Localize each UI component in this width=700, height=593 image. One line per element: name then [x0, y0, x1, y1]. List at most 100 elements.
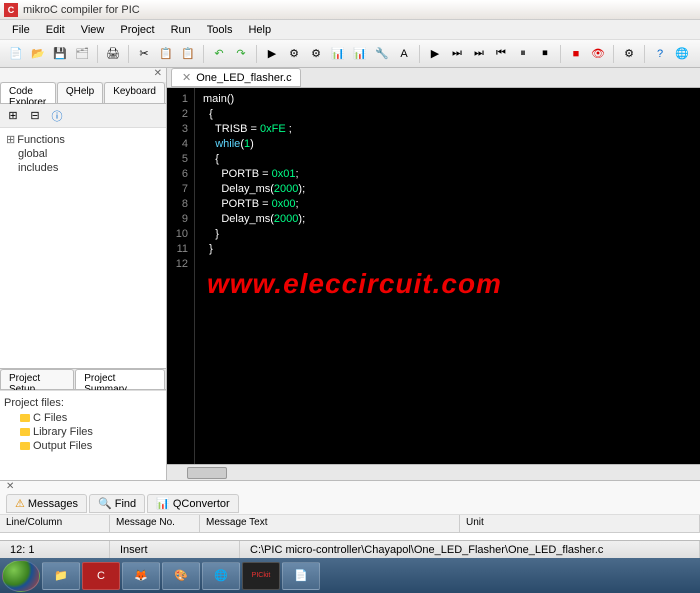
project-c-files[interactable]: C Files	[4, 411, 162, 425]
tab-messages[interactable]: ⚠Messages	[6, 494, 87, 513]
step-over-icon[interactable]: ⏭	[469, 44, 489, 64]
tree-global[interactable]: global	[4, 147, 162, 161]
separator	[419, 45, 420, 63]
col-msgtext[interactable]: Message Text	[200, 515, 460, 532]
cut-icon[interactable]: ✂	[134, 44, 154, 64]
messages-header: Line/Column Message No. Message Text Uni…	[0, 515, 700, 533]
panel-close-icon[interactable]: ✕	[0, 68, 166, 82]
status-line-col: 12: 1	[0, 541, 110, 558]
settings-icon[interactable]: ⚙	[619, 44, 639, 64]
code-editor[interactable]: 123456789101112 main() { TRISB = 0xFE ; …	[167, 88, 700, 464]
project-library-files[interactable]: Library Files	[4, 425, 162, 439]
open-icon[interactable]: 📂	[28, 44, 48, 64]
save-icon[interactable]: 💾	[50, 44, 70, 64]
pause-icon[interactable]: ⏸	[513, 44, 533, 64]
col-line[interactable]: Line/Column	[0, 515, 110, 532]
editor-tab[interactable]: ✕ One_LED_flasher.c	[171, 68, 301, 87]
build-all-icon[interactable]: ⚙	[284, 44, 304, 64]
separator	[256, 45, 257, 63]
tab-qconvertor[interactable]: 📊QConvertor	[147, 494, 239, 513]
separator	[97, 45, 98, 63]
new-file-icon[interactable]: 📄	[6, 44, 26, 64]
taskbar-mikroc[interactable]: C	[82, 562, 120, 590]
options-icon[interactable]: ⚙	[306, 44, 326, 64]
separator	[560, 45, 561, 63]
stop-icon[interactable]: ⏹	[535, 44, 555, 64]
refresh-icon[interactable]: ⓘ	[48, 107, 66, 125]
app-icon: C	[4, 3, 18, 17]
folder-icon	[20, 414, 30, 422]
start-button[interactable]	[2, 560, 40, 592]
tab-project-setup[interactable]: Project Setup	[0, 369, 74, 389]
redo-icon[interactable]: ↷	[231, 44, 251, 64]
menu-project[interactable]: Project	[112, 22, 162, 38]
messages-close-icon[interactable]: ✕	[0, 481, 700, 493]
paste-icon[interactable]: 📋	[178, 44, 198, 64]
tab-close-icon[interactable]: ✕	[180, 71, 193, 84]
taskbar-chrome[interactable]: 🌐	[202, 562, 240, 590]
messages-tabs: ⚠Messages 🔍Find 📊QConvertor	[0, 493, 700, 515]
code-tree: ⊞Functions global includes	[0, 128, 166, 368]
copy-icon[interactable]: 📋	[156, 44, 176, 64]
tool3-icon[interactable]: 🔧	[372, 44, 392, 64]
folder-icon	[20, 442, 30, 450]
breakpoint-icon[interactable]: ■	[566, 44, 586, 64]
step-out-icon[interactable]: ⏮	[491, 44, 511, 64]
menu-file[interactable]: File	[4, 22, 38, 38]
status-path: C:\PIC micro-controller\Chayapol\One_LED…	[240, 541, 700, 558]
save-all-icon[interactable]: 🗂	[72, 44, 92, 64]
menu-tools[interactable]: Tools	[199, 22, 241, 38]
tree-functions[interactable]: ⊞Functions	[4, 132, 162, 147]
horizontal-scrollbar[interactable]	[167, 464, 700, 480]
col-msgno[interactable]: Message No.	[110, 515, 200, 532]
about-icon[interactable]: 🌐	[672, 44, 692, 64]
tab-project-summary[interactable]: Project Summary	[75, 369, 165, 389]
tab-code-explorer[interactable]: Code Explorer	[0, 82, 56, 103]
undo-icon[interactable]: ↶	[209, 44, 229, 64]
project-files-label: Project files:	[4, 395, 162, 411]
project-tabs: Project Setup Project Summary	[0, 368, 166, 390]
tab-find[interactable]: 🔍Find	[89, 494, 145, 513]
watch-icon[interactable]: 👁	[588, 44, 608, 64]
menu-run[interactable]: Run	[163, 22, 199, 38]
separator	[128, 45, 129, 63]
tool2-icon[interactable]: 📊	[350, 44, 370, 64]
build-icon[interactable]: ▶	[262, 44, 282, 64]
menu-view[interactable]: View	[73, 22, 113, 38]
font-icon[interactable]: A	[394, 44, 414, 64]
tree-includes[interactable]: includes	[4, 161, 162, 175]
print-icon[interactable]: 🖨	[103, 44, 123, 64]
line-gutter: 123456789101112	[167, 88, 195, 464]
tool1-icon[interactable]: 📊	[328, 44, 348, 64]
step-icon[interactable]: ⏭	[447, 44, 467, 64]
run-icon[interactable]: ▶	[425, 44, 445, 64]
window-title: mikroC compiler for PIC	[23, 4, 140, 16]
left-panel: ✕ Code Explorer QHelp Keyboard ⊞ ⊟ ⓘ ⊞Fu…	[0, 68, 167, 480]
separator	[644, 45, 645, 63]
scroll-thumb[interactable]	[187, 467, 227, 479]
editor-tab-label: One_LED_flasher.c	[196, 72, 291, 84]
editor-area: ✕ One_LED_flasher.c 123456789101112 main…	[167, 68, 700, 480]
statusbar: 12: 1 Insert C:\PIC micro-controller\Cha…	[0, 540, 700, 558]
menubar: File Edit View Project Run Tools Help	[0, 20, 700, 40]
tab-qhelp[interactable]: QHelp	[57, 82, 103, 103]
code-content[interactable]: main() { TRISB = 0xFE ; while(1) { PORTB…	[195, 88, 313, 464]
taskbar-pickit[interactable]: PICkit	[242, 562, 280, 590]
project-output-files[interactable]: Output Files	[4, 439, 162, 453]
collapse-icon[interactable]: ⊟	[26, 107, 44, 125]
taskbar-firefox[interactable]: 🦊	[122, 562, 160, 590]
menu-help[interactable]: Help	[240, 22, 279, 38]
explorer-toolbar: ⊞ ⊟ ⓘ	[0, 104, 166, 128]
taskbar-gimp[interactable]: 🎨	[162, 562, 200, 590]
expand-icon[interactable]: ⊞	[4, 107, 22, 125]
messages-panel: ✕ ⚠Messages 🔍Find 📊QConvertor Line/Colum…	[0, 480, 700, 540]
taskbar-explorer[interactable]: 📁	[42, 562, 80, 590]
project-files: Project files: C Files Library Files Out…	[0, 390, 166, 480]
col-unit[interactable]: Unit	[460, 515, 700, 532]
tab-keyboard[interactable]: Keyboard	[104, 82, 165, 103]
taskbar-app[interactable]: 📄	[282, 562, 320, 590]
main-area: ✕ Code Explorer QHelp Keyboard ⊞ ⊟ ⓘ ⊞Fu…	[0, 68, 700, 480]
separator	[203, 45, 204, 63]
menu-edit[interactable]: Edit	[38, 22, 73, 38]
help-icon[interactable]: ?	[650, 44, 670, 64]
